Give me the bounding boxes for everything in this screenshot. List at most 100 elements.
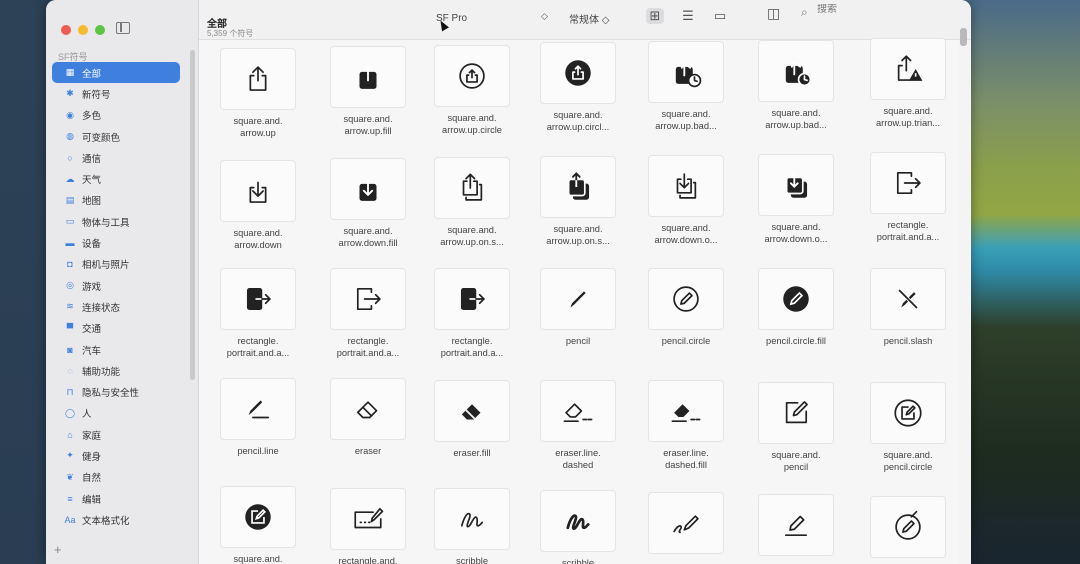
symbol-pencil-scribble-icon[interactable] — [648, 492, 724, 554]
minimize-button[interactable] — [78, 25, 88, 35]
sidebar-item[interactable]: ◉ 多色 — [52, 105, 180, 126]
symbol-square-pencil-icon[interactable] — [758, 382, 834, 444]
sidebar-scrollbar[interactable] — [190, 50, 195, 380]
symbol-pencil-icon[interactable] — [540, 268, 616, 330]
sidebar-item[interactable]: ✦ 健身 — [52, 445, 180, 466]
symbol-cell[interactable] — [858, 496, 958, 563]
symbol-cell[interactable]: square.and. arrow.up.on.s... — [422, 157, 522, 248]
symbol-portrait-arrow-fill-icon[interactable] — [434, 268, 510, 330]
symbol-cell[interactable]: pencil.circle.fill — [746, 268, 846, 347]
list-view-icon[interactable]: ☰ — [679, 8, 697, 24]
symbol-cell[interactable]: rectangle. portrait.and.a... — [208, 268, 308, 359]
grid-scrollbar[interactable] — [960, 28, 967, 46]
symbol-cell[interactable]: rectangle. portrait.and.a... — [422, 268, 522, 359]
symbol-pencil-circle-slash-icon[interactable] — [870, 496, 946, 558]
symbol-square-pencil-circle-fill-icon[interactable] — [220, 486, 296, 548]
grid-view-icon[interactable]: ⊞ — [646, 8, 664, 24]
symbol-up-on-square-icon[interactable] — [434, 157, 510, 219]
inspector-toggle-icon[interactable]: ◫ — [767, 5, 780, 22]
sidebar-item[interactable]: ◘ 相机与照片 — [52, 254, 180, 275]
symbol-cell[interactable]: pencil.line — [208, 378, 308, 457]
chevron-updown-icon[interactable]: ◇ — [541, 11, 548, 22]
gallery-view-icon[interactable]: ▭ — [711, 8, 729, 24]
sidebar-toggle-icon[interactable] — [116, 22, 130, 34]
symbol-cell[interactable]: pencil.slash — [858, 268, 958, 347]
symbol-cell[interactable]: square.and. arrow.up.bad... — [746, 40, 846, 131]
symbol-down-icon[interactable] — [220, 160, 296, 222]
zoom-button[interactable] — [95, 25, 105, 35]
weight-selector[interactable]: 常规体 ◇ — [569, 11, 609, 26]
sidebar-item[interactable]: Aa 文本格式化 — [52, 509, 180, 530]
symbol-pencil-slash-icon[interactable] — [870, 268, 946, 330]
symbol-cell[interactable]: square.and. arrow.up — [208, 48, 308, 139]
symbol-cell[interactable]: pencil — [528, 268, 628, 347]
symbol-cell[interactable]: square.and. arrow.up.circl... — [528, 42, 628, 133]
symbol-cell[interactable]: eraser — [318, 378, 418, 457]
symbol-cell[interactable]: eraser.line. dashed — [528, 380, 628, 471]
symbol-down-on-square-icon[interactable] — [648, 155, 724, 217]
search-input[interactable] — [817, 4, 917, 15]
symbol-cell[interactable]: rectangle.and. — [318, 488, 418, 564]
sidebar-item[interactable]: ▤ 地图 — [52, 190, 180, 211]
sidebar-item[interactable]: ◎ 游戏 — [52, 275, 180, 296]
sidebar-item[interactable]: ◍ 可变颜色 — [52, 126, 180, 147]
sidebar-item[interactable]: ◯ 人 — [52, 403, 180, 424]
symbol-cell[interactable]: scribble — [422, 488, 522, 564]
symbol-portrait-arrow-icon[interactable] — [330, 268, 406, 330]
symbol-pencil-underline-icon[interactable] — [758, 494, 834, 556]
symbol-eraser-fill-icon[interactable] — [434, 380, 510, 442]
sidebar-item[interactable]: ▭ 物体与工具 — [52, 211, 180, 232]
symbol-up-badge-fill-icon[interactable] — [758, 40, 834, 102]
sidebar-item[interactable]: ☁ 天气 — [52, 168, 180, 189]
symbol-cell[interactable]: square.and. pencil — [746, 382, 846, 473]
symbol-up-circle-icon[interactable] — [434, 45, 510, 107]
sidebar-item[interactable]: ❦ 自然 — [52, 467, 180, 488]
close-button[interactable] — [61, 25, 71, 35]
symbol-portrait-arrow-icon[interactable] — [870, 152, 946, 214]
symbol-cell[interactable]: square.and. arrow.up.on.s... — [528, 156, 628, 247]
sidebar-item[interactable]: ◙ 汽车 — [52, 339, 180, 360]
symbol-eraser-dashed-fill-icon[interactable] — [648, 380, 724, 442]
symbol-cell[interactable] — [746, 494, 846, 561]
sidebar-item[interactable]: ⊓ 隐私与安全性 — [52, 381, 180, 402]
symbol-cell[interactable]: eraser.fill — [422, 380, 522, 459]
symbol-cell[interactable]: square.and. arrow.up.trian... — [858, 38, 958, 129]
symbol-pencil-circle-icon[interactable] — [648, 268, 724, 330]
sidebar-item[interactable]: ▦ 全部 — [52, 62, 180, 84]
symbol-pencil-line-icon[interactable] — [220, 378, 296, 440]
symbol-down-fill-icon[interactable] — [330, 158, 406, 220]
symbol-portrait-arrow-fill-icon[interactable] — [220, 268, 296, 330]
symbol-cell[interactable]: eraser.line. dashed.fill — [636, 380, 736, 471]
symbol-cell[interactable]: square.and. arrow.up.circle — [422, 45, 522, 136]
symbol-cell[interactable]: square.and. arrow.down — [208, 160, 308, 251]
symbol-cell[interactable]: square.and. arrow.down.o... — [746, 154, 846, 245]
symbol-eraser-dashed-icon[interactable] — [540, 380, 616, 442]
symbol-square-pencil-circle-icon[interactable] — [870, 382, 946, 444]
sidebar-item[interactable]: ≋ 连接状态 — [52, 296, 180, 317]
symbol-up-fill-icon[interactable] — [330, 46, 406, 108]
symbol-cell[interactable]: rectangle. portrait.and.a... — [318, 268, 418, 359]
symbol-cell[interactable]: square.and. arrow.up.fill — [318, 46, 418, 137]
symbol-cell[interactable]: rectangle. portrait.and.a... — [858, 152, 958, 243]
add-collection-button[interactable]: + — [54, 542, 62, 557]
symbol-rect-pencil-icon[interactable] — [330, 488, 406, 550]
sidebar-item[interactable]: ▀ 交通 — [52, 318, 180, 339]
sidebar-item[interactable]: ○ 通信 — [52, 147, 180, 168]
symbol-cell[interactable]: square.and. arrow.down.o... — [636, 155, 736, 246]
symbol-up-triangle-icon[interactable] — [870, 38, 946, 100]
symbol-cell[interactable]: square.and. arrow.down.fill — [318, 158, 418, 249]
sidebar-item[interactable]: ▬ 设备 — [52, 232, 180, 253]
sidebar-item[interactable]: ⌂ 家庭 — [52, 424, 180, 445]
symbol-scribble-icon[interactable] — [434, 488, 510, 550]
symbol-down-on-square-fill-icon[interactable] — [758, 154, 834, 216]
symbol-cell[interactable]: square.and. pencil.circle — [858, 382, 958, 473]
symbol-up-icon[interactable] — [220, 48, 296, 110]
symbol-up-badge-icon[interactable] — [648, 41, 724, 103]
symbol-up-circle-fill-icon[interactable] — [540, 42, 616, 104]
sidebar-item[interactable]: ≡ 编辑 — [52, 488, 180, 509]
symbol-cell[interactable] — [636, 492, 736, 559]
symbol-cell[interactable]: square.and. — [208, 486, 308, 564]
symbol-cell[interactable]: scribble — [528, 490, 628, 564]
symbol-cell[interactable]: pencil.circle — [636, 268, 736, 347]
sidebar-item[interactable]: ✱ 新符号 — [52, 83, 180, 104]
